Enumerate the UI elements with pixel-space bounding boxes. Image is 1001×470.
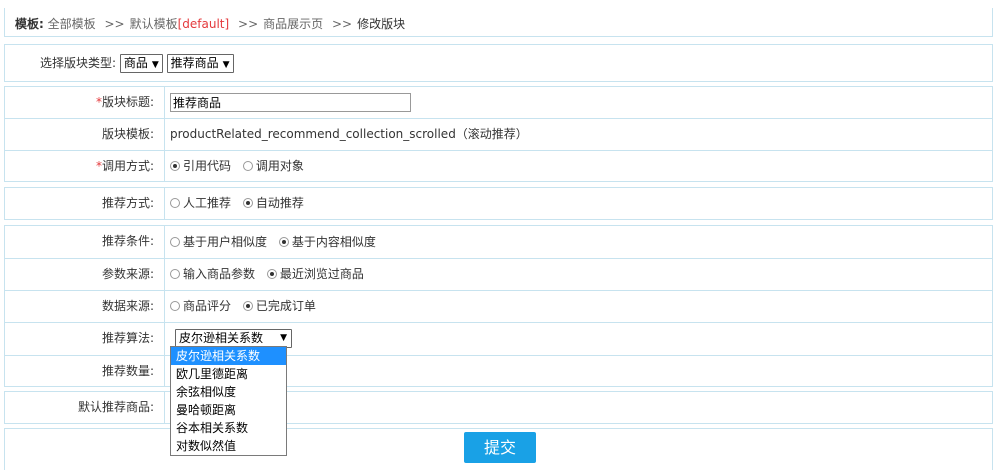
block-title-input[interactable]: 推荐商品 xyxy=(170,93,411,112)
chevron-down-icon: ▼ xyxy=(280,333,287,343)
row-data-source: 数据来源: 商品评分 已完成订单 xyxy=(5,291,992,323)
data-source-label: 数据来源: xyxy=(5,291,165,322)
call-option-object[interactable]: 调用对象 xyxy=(242,151,304,181)
block-template-value: productRelated_recommend_collection_scro… xyxy=(170,127,528,141)
block-subtype-select[interactable]: 推荐商品 ▼ xyxy=(166,54,234,73)
algorithm-option[interactable]: 对数似然值 xyxy=(171,437,286,455)
block-template-label: 版块模板: xyxy=(5,119,165,150)
radio-checked-icon[interactable] xyxy=(242,300,253,311)
breadcrumb-separator: >> xyxy=(238,17,259,31)
radio-checked-icon[interactable] xyxy=(266,268,277,279)
row-block-title: *版块标题: 推荐商品 xyxy=(5,87,992,119)
breadcrumb: 模板: 全部模板 >> 默认模板[default] >> 商品展示页 >> 修改版块 xyxy=(4,8,993,37)
default-goods-label: 默认推荐商品: xyxy=(5,392,165,423)
breadcrumb-all-templates[interactable]: 全部模板 xyxy=(48,17,96,31)
submit-button[interactable]: 提交 xyxy=(464,432,536,463)
radio-checked-icon[interactable] xyxy=(278,236,289,247)
algorithm-label: 推荐算法: xyxy=(5,323,165,355)
row-algorithm: 推荐算法: 皮尔逊相关系数 ▼ xyxy=(5,323,992,356)
param-option-recent[interactable]: 最近浏览过商品 xyxy=(266,259,364,289)
condition-label: 推荐条件: xyxy=(5,226,165,258)
breadcrumb-separator: >> xyxy=(331,17,353,31)
breadcrumb-default-tag: [default] xyxy=(177,17,230,31)
recommend-option-manual[interactable]: 人工推荐 xyxy=(170,188,231,218)
algorithm-dropdown-list: 皮尔逊相关系数 欧几里德距离 余弦相似度 曼哈顿距离 谷本相关系数 对数似然值 xyxy=(170,346,287,456)
block-type-select[interactable]: 商品 ▼ xyxy=(119,54,163,73)
breadcrumb-label: 模板: xyxy=(15,17,44,31)
breadcrumb-product-page[interactable]: 商品展示页 xyxy=(263,17,323,31)
param-option-input[interactable]: 输入商品参数 xyxy=(170,259,255,289)
auto-recommend-box: 推荐条件: 基于用户相似度 基于内容相似度 参数来源: 输入商品参数 最近浏览过… xyxy=(4,225,993,387)
radio-icon[interactable] xyxy=(170,197,180,208)
radio-checked-icon[interactable] xyxy=(170,160,180,171)
data-option-orders[interactable]: 已完成订单 xyxy=(242,291,316,321)
call-option-code[interactable]: 引用代码 xyxy=(170,151,231,181)
radio-icon[interactable] xyxy=(170,268,180,279)
radio-icon[interactable] xyxy=(242,160,253,171)
algorithm-option[interactable]: 皮尔逊相关系数 xyxy=(171,347,286,365)
chevron-down-icon: ▼ xyxy=(151,60,159,70)
chevron-down-icon: ▼ xyxy=(222,60,230,70)
row-condition: 推荐条件: 基于用户相似度 基于内容相似度 xyxy=(5,226,992,259)
row-block-template: 版块模板: productRelated_recommend_collectio… xyxy=(5,119,992,151)
condition-option-content[interactable]: 基于内容相似度 xyxy=(278,226,376,259)
radio-icon[interactable] xyxy=(170,236,180,247)
default-goods-box: 默认推荐商品: xyxy=(4,391,993,424)
type-select-label: 选择版块类型: xyxy=(40,56,117,70)
block-subtype-value: 推荐商品 xyxy=(170,56,219,70)
call-method-label: *调用方式: xyxy=(5,151,165,181)
algorithm-option[interactable]: 余弦相似度 xyxy=(171,383,286,401)
type-select-box: 选择版块类型: 商品 ▼ 推荐商品 ▼ xyxy=(4,44,993,82)
block-type-value: 商品 xyxy=(123,56,148,70)
row-recommend-way: 推荐方式: 人工推荐 自动推荐 xyxy=(5,188,992,219)
radio-icon[interactable] xyxy=(170,300,180,311)
recommend-way-label: 推荐方式: xyxy=(5,188,165,219)
row-default-goods: 默认推荐商品: xyxy=(5,392,992,423)
basic-settings-box: *版块标题: 推荐商品 版块模板: productRelated_recomme… xyxy=(4,86,993,182)
algorithm-option[interactable]: 谷本相关系数 xyxy=(171,419,286,437)
row-count: 推荐数量: xyxy=(5,356,992,386)
data-option-rating[interactable]: 商品评分 xyxy=(170,291,231,321)
breadcrumb-current: 修改版块 xyxy=(357,17,406,31)
radio-checked-icon[interactable] xyxy=(242,197,253,208)
count-label: 推荐数量: xyxy=(5,356,165,386)
breadcrumb-separator: >> xyxy=(104,17,125,31)
breadcrumb-default-template[interactable]: 默认模板 xyxy=(130,17,178,31)
algorithm-option[interactable]: 曼哈顿距离 xyxy=(171,401,286,419)
condition-option-user[interactable]: 基于用户相似度 xyxy=(170,226,267,259)
recommend-way-box: 推荐方式: 人工推荐 自动推荐 xyxy=(4,187,993,220)
row-param-source: 参数来源: 输入商品参数 最近浏览过商品 xyxy=(5,259,992,291)
algorithm-value: 皮尔逊相关系数 xyxy=(179,331,264,345)
algorithm-option[interactable]: 欧几里德距离 xyxy=(171,365,286,383)
row-call-method: *调用方式: 引用代码 调用对象 xyxy=(5,151,992,181)
param-source-label: 参数来源: xyxy=(5,259,165,290)
recommend-option-auto[interactable]: 自动推荐 xyxy=(242,188,304,218)
block-title-label: *版块标题: xyxy=(5,87,165,118)
